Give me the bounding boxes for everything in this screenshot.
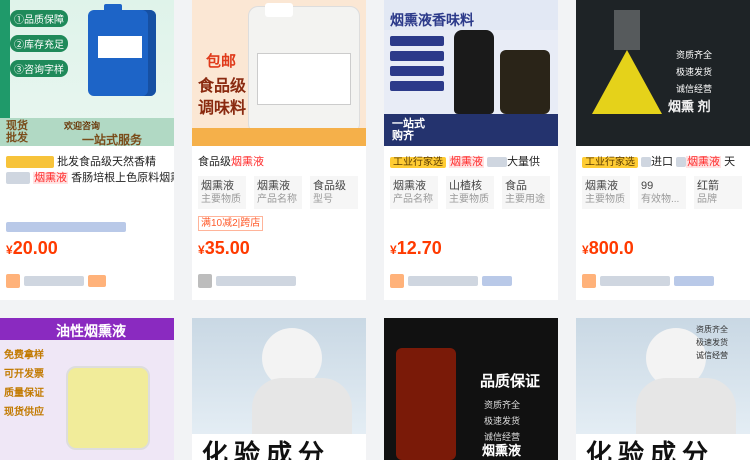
product-image-2[interactable]: 包邮 食品级 调味料 xyxy=(192,0,366,146)
keyword-highlight: 烟熏液 xyxy=(231,156,264,168)
product-image-8[interactable]: 资质齐全 极速发货 诚信经营 化验成分 xyxy=(576,318,750,460)
attribute: 红箭 品牌 xyxy=(694,176,742,209)
price-3: ¥12.70 xyxy=(390,238,442,258)
shop-row-1[interactable] xyxy=(6,274,106,288)
attribute: 烟熏液 主要物质 xyxy=(582,176,630,209)
price-2: ¥35.00 xyxy=(198,238,250,258)
image-bullet: 资质齐全 xyxy=(484,400,521,410)
keyword-highlight: 烟熏液 xyxy=(449,156,484,168)
image-bottom-text: 烟熏液 xyxy=(482,443,522,458)
price-4: ¥800.0 xyxy=(582,238,634,258)
attributes-4: 烟熏液 主要物质 99 有效物... 红箭 品牌 xyxy=(582,176,742,209)
product-card-6[interactable]: 化验成分 xyxy=(192,318,366,460)
product-title-2[interactable]: 食品级烟熏液 xyxy=(198,154,366,170)
image-bullet: 免费拿样 xyxy=(4,350,44,361)
product-image-1[interactable]: ①品质保障 ②库存充足 ③咨询字样 现货批发 欢迎咨询 一站式服务 xyxy=(0,0,174,146)
image-text-2: ②库存充足 xyxy=(10,35,68,52)
product-title-1[interactable]: 批发食品级天然香精 烟熏液 香肠培根上色原料烟熏 xyxy=(6,154,174,186)
product-card-2[interactable]: 包邮 食品级 调味料 食品级烟熏液 烟熏液 主要物质 烟熏液 产品名称 食品级 型号 … xyxy=(192,0,366,300)
image-title: 品质保证 xyxy=(480,373,541,390)
image-caption-left: 现货批发 xyxy=(6,120,28,144)
product-card-8[interactable]: 资质齐全 极速发货 诚信经营 化验成分 xyxy=(576,318,750,460)
image-title: 烟熏液香味料 xyxy=(390,12,474,28)
attribute: 烟熏液 产品名称 xyxy=(390,176,438,209)
product-image-5[interactable]: 油性烟熏液 免费拿样 可开发票 质量保证 现货供应 xyxy=(0,318,174,460)
price-1: ¥20.00 xyxy=(6,238,58,258)
attribute: 烟熏液 产品名称 xyxy=(254,176,302,209)
image-bullet: 现货供应 xyxy=(4,407,44,418)
promo-badge: 满10减2|跨店 xyxy=(198,216,264,231)
blurred-tag xyxy=(6,156,54,169)
image-bottom-text: 一站式购齐 xyxy=(392,118,425,142)
blurred-info xyxy=(6,218,126,236)
attributes-3: 烟熏液 产品名称 山楂核 主要物质 食品 主要用途 xyxy=(390,176,550,209)
bottle-icon xyxy=(248,3,360,134)
image-bullet: 诚信经营 xyxy=(676,84,713,94)
shop-row-3[interactable] xyxy=(390,274,512,288)
product-card-7[interactable]: 品质保证 资质齐全 极速发货 诚信经营 烟熏液 xyxy=(384,318,558,460)
bottle-icon xyxy=(396,348,456,460)
bottle-icon xyxy=(500,50,550,114)
attribute: 食品级 型号 xyxy=(310,176,358,209)
shop-row-4[interactable] xyxy=(582,274,714,288)
image-caption: 化验成分 xyxy=(586,439,715,460)
tag-badge: 工业行家选 xyxy=(390,157,446,168)
image-big-text: 包邮 xyxy=(206,53,237,70)
image-title: 油性烟熏液 xyxy=(56,323,126,339)
keyword-highlight: 烟熏液 xyxy=(33,172,69,184)
tag-badge: 工业行家选 xyxy=(582,157,638,168)
image-bullet: 资质齐全 xyxy=(676,50,713,60)
image-text-1: ①品质保障 xyxy=(10,10,68,27)
attribute: 食品 主要用途 xyxy=(502,176,550,209)
image-bullet: 极速发货 xyxy=(676,67,713,77)
image-bullet: 可开发票 xyxy=(4,369,44,380)
image-text-3: ③咨询字样 xyxy=(10,60,68,77)
image-line3: 调味料 xyxy=(198,100,247,117)
product-card-4[interactable]: 资质齐全 极速发货 诚信经营 烟熏 剂 工业行家选 进口 烟熏液 天 烟熏液 主要物… xyxy=(576,0,750,300)
image-caption: 化验成分 xyxy=(202,439,331,460)
attribute: 99 有效物... xyxy=(638,176,686,209)
product-card-1[interactable]: ①品质保障 ②库存充足 ③咨询字样 现货批发 欢迎咨询 一站式服务 批发食品级天… xyxy=(0,0,174,300)
shop-row-2[interactable] xyxy=(198,274,296,288)
image-bullet: 极速发货 xyxy=(696,338,728,347)
jerrycan-icon xyxy=(88,4,156,96)
image-bullet: 诚信经营 xyxy=(696,351,728,360)
product-image-3[interactable]: 烟熏液香味料 一站式购齐 xyxy=(384,0,558,146)
attribute: 烟熏液 主要物质 xyxy=(198,176,246,209)
product-card-5[interactable]: 油性烟熏液 免费拿样 可开发票 质量保证 现货供应 xyxy=(0,318,174,460)
product-card-3[interactable]: 烟熏液香味料 一站式购齐 工业行家选 烟熏液 大量供 烟熏液 产品名称 山楂核 主要物… xyxy=(384,0,558,300)
bottle-icon xyxy=(454,30,494,114)
bottle-icon xyxy=(66,366,150,450)
product-image-6[interactable]: 化验成分 xyxy=(192,318,366,460)
attributes-2: 烟熏液 主要物质 烟熏液 产品名称 食品级 型号 xyxy=(198,176,358,209)
attribute: 山楂核 主要物质 xyxy=(446,176,494,209)
product-title-3[interactable]: 工业行家选 烟熏液 大量供 xyxy=(390,154,558,171)
image-bottom-text: 烟熏 剂 xyxy=(668,99,711,114)
product-title-4[interactable]: 工业行家选 进口 烟熏液 天 xyxy=(582,154,750,171)
flask-icon xyxy=(592,10,662,114)
image-line2: 食品级 xyxy=(198,78,247,95)
keyword-highlight: 烟熏液 xyxy=(686,156,722,168)
product-image-7[interactable]: 品质保证 资质齐全 极速发货 诚信经营 烟熏液 xyxy=(384,318,558,460)
product-image-4[interactable]: 资质齐全 极速发货 诚信经营 烟熏 剂 xyxy=(576,0,750,146)
image-caption-right: 一站式服务 xyxy=(82,133,143,146)
image-bullet: 资质齐全 xyxy=(696,325,728,334)
image-bullet: 极速发货 xyxy=(484,416,521,426)
image-bullet: 质量保证 xyxy=(4,388,44,399)
